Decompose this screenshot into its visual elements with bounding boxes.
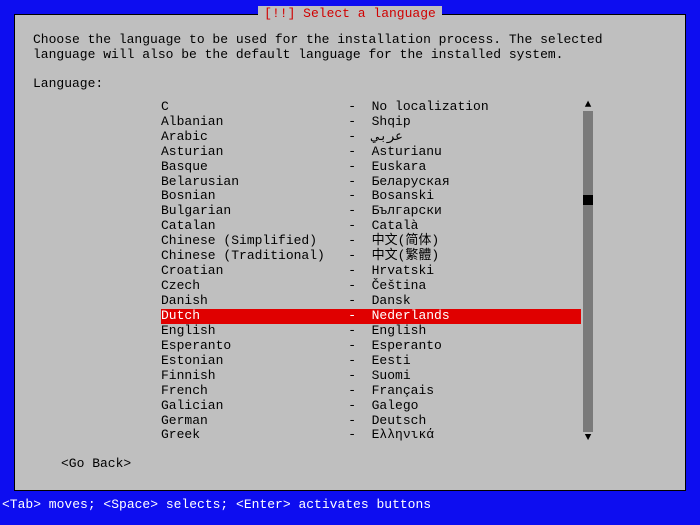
scroll-up-icon[interactable]: ▲	[583, 99, 593, 112]
language-row[interactable]: Basque - Euskara	[161, 160, 581, 175]
dialog-content: Choose the language to be used for the i…	[15, 15, 685, 482]
language-row[interactable]: Czech - Čeština	[161, 279, 581, 294]
language-list[interactable]: C - No localizationAlbanian - ShqipArabi…	[161, 100, 581, 444]
dialog-title-row: [!!] Select a language	[15, 7, 685, 22]
language-row[interactable]: C - No localization	[161, 100, 581, 115]
scrollbar[interactable]: ▲ ▼	[583, 100, 593, 444]
language-row[interactable]: Asturian - Asturianu	[161, 145, 581, 160]
language-list-wrap: C - No localizationAlbanian - ShqipArabi…	[161, 100, 593, 444]
dialog-title: [!!] Select a language	[258, 6, 442, 21]
language-dialog: [!!] Select a language Choose the langua…	[14, 14, 686, 491]
language-row[interactable]: Croatian - Hrvatski	[161, 264, 581, 279]
language-row[interactable]: Esperanto - Esperanto	[161, 339, 581, 354]
language-row[interactable]: Bosnian - Bosanski	[161, 189, 581, 204]
language-row[interactable]: English - English	[161, 324, 581, 339]
language-row[interactable]: Finnish - Suomi	[161, 369, 581, 384]
language-row[interactable]: Galician - Galego	[161, 399, 581, 414]
language-label: Language:	[33, 77, 667, 92]
go-back-button[interactable]: <Go Back>	[61, 457, 131, 472]
language-row[interactable]: Catalan - Català	[161, 219, 581, 234]
language-row[interactable]: Belarusian - Беларуская	[161, 175, 581, 190]
scroll-thumb[interactable]	[583, 195, 593, 205]
language-row[interactable]: Dutch - Nederlands	[161, 309, 581, 324]
language-row[interactable]: German - Deutsch	[161, 414, 581, 429]
language-row[interactable]: French - Français	[161, 384, 581, 399]
language-row[interactable]: Albanian - Shqip	[161, 115, 581, 130]
language-row[interactable]: Greek - Ελληνικά	[161, 428, 581, 443]
language-row[interactable]: Arabic - عربي	[161, 130, 581, 145]
language-row[interactable]: Bulgarian - Български	[161, 204, 581, 219]
scroll-down-icon[interactable]: ▼	[583, 432, 593, 445]
language-row[interactable]: Danish - Dansk	[161, 294, 581, 309]
language-row[interactable]: Chinese (Simplified) - 中文(简体)	[161, 234, 581, 249]
footer-hint: <Tab> moves; <Space> selects; <Enter> ac…	[2, 498, 431, 513]
instructions-text: Choose the language to be used for the i…	[33, 33, 667, 63]
language-row[interactable]: Estonian - Eesti	[161, 354, 581, 369]
language-row[interactable]: Chinese (Traditional) - 中文(繁體)	[161, 249, 581, 264]
